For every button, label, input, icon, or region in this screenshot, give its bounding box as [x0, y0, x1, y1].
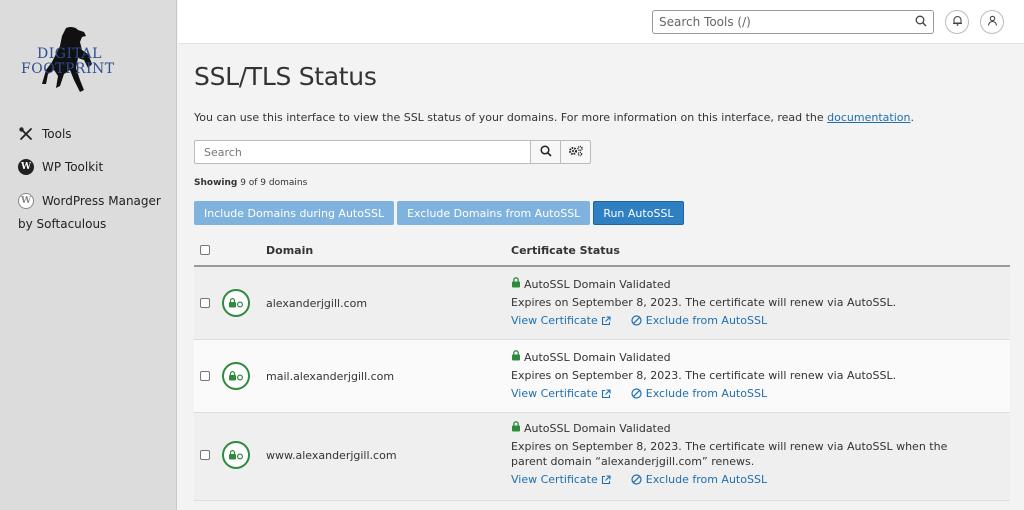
ssl-valid-badge-icon: [222, 362, 250, 390]
external-link-icon: [601, 388, 611, 399]
lock-icon: [511, 421, 521, 435]
exclude-label: Exclude from AutoSSL: [645, 387, 768, 400]
intro-text-end: .: [910, 111, 914, 124]
domain-search-input[interactable]: Search: [194, 140, 531, 164]
sidebar-item-wp-toolkit[interactable]: W WP Toolkit: [18, 159, 103, 175]
select-all-checkbox[interactable]: [200, 245, 210, 255]
autossl-actions: Include Domains during AutoSSL Exclude D…: [194, 201, 684, 225]
sidebar-item-label: WordPress Manager: [42, 194, 161, 208]
status-text: AutoSSL Domain Validated: [524, 421, 671, 435]
documentation-link[interactable]: documentation: [827, 111, 910, 124]
ban-icon: [631, 388, 642, 399]
ssl-status-table: Domain Certificate Status alexanderjgill…: [194, 234, 1010, 501]
bell-icon: [952, 15, 963, 29]
sidebar-item-label: WP Toolkit: [42, 160, 104, 174]
column-header-status: Certificate Status: [511, 244, 620, 257]
wordpress-icon: W: [18, 159, 34, 175]
row-certificate-status: AutoSSL Domain Validated Expires on Sept…: [511, 421, 981, 486]
user-icon: [987, 15, 998, 29]
tools-icon: [18, 126, 34, 142]
exclude-from-autossl-link[interactable]: Exclude from AutoSSL: [631, 473, 767, 486]
row-domain: alexanderjgill.com: [266, 297, 368, 310]
search-tools-placeholder: Search Tools (/): [659, 15, 751, 29]
status-text: AutoSSL Domain Validated: [524, 350, 671, 364]
row-checkbox[interactable]: [200, 371, 210, 381]
exclude-domains-button[interactable]: Exclude Domains from AutoSSL: [397, 201, 591, 225]
row-domain: mail.alexanderjgill.com: [266, 370, 395, 383]
sidebar-item-wordpress-manager[interactable]: W WordPress Manager: [18, 193, 161, 209]
view-certificate-link[interactable]: View Certificate: [511, 473, 611, 486]
page-title: SSL/TLS Status: [194, 62, 377, 91]
intro-text-body: You can use this interface to view the S…: [194, 111, 828, 124]
sidebar-item-tools[interactable]: Tools: [18, 126, 72, 142]
row-certificate-status: AutoSSL Domain Validated Expires on Sept…: [511, 350, 981, 400]
sidebar-item-label: Tools: [42, 127, 72, 141]
search-tools-input[interactable]: Search Tools (/): [652, 10, 934, 34]
notifications-button[interactable]: [945, 10, 969, 34]
top-bar: Search Tools (/): [178, 0, 1024, 44]
settings-button[interactable]: [561, 140, 591, 164]
view-certificate-link[interactable]: View Certificate: [511, 314, 611, 327]
table-row: www.alexanderjgill.com AutoSSL Domain Va…: [194, 413, 1010, 501]
ban-icon: [631, 474, 642, 485]
gears-icon: [568, 145, 584, 160]
showing-count: Showing 9 of 9 domains: [194, 178, 307, 188]
domain-search-bar: Search: [194, 140, 591, 164]
wordpress-icon: W: [18, 193, 34, 209]
include-domains-button[interactable]: Include Domains during AutoSSL: [194, 201, 395, 225]
expiry-text: Expires on September 8, 2023. The certif…: [511, 440, 948, 468]
expiry-text: Expires on September 8, 2023. The certif…: [511, 369, 897, 382]
ban-icon: [631, 315, 642, 326]
column-header-domain: Domain: [266, 244, 314, 257]
view-certificate-label: View Certificate: [511, 314, 598, 327]
row-checkbox[interactable]: [200, 298, 210, 308]
row-certificate-status: AutoSSL Domain Validated Expires on Sept…: [511, 277, 981, 327]
external-link-icon: [601, 474, 611, 485]
run-autossl-button[interactable]: Run AutoSSL: [593, 201, 684, 225]
view-certificate-link[interactable]: View Certificate: [511, 387, 611, 400]
ssl-valid-badge-icon: [222, 441, 250, 469]
search-icon: [539, 144, 552, 160]
exclude-from-autossl-link[interactable]: Exclude from AutoSSL: [631, 387, 767, 400]
lock-icon: [511, 350, 521, 364]
exclude-label: Exclude from AutoSSL: [645, 314, 768, 327]
sidebar-item-label-line2[interactable]: by Softaculous: [18, 217, 106, 231]
view-certificate-label: View Certificate: [511, 387, 598, 400]
logo-text-line1: DIGITAL: [37, 46, 102, 62]
logo-text-line2: FOOTPRINT: [21, 61, 115, 77]
sidebar: DIGITAL FOOTPRINT Tools W WP Toolkit W W…: [0, 0, 177, 510]
brand-logo[interactable]: DIGITAL FOOTPRINT: [18, 24, 118, 96]
view-certificate-label: View Certificate: [511, 473, 598, 486]
row-domain: www.alexanderjgill.com: [266, 449, 397, 462]
user-menu-button[interactable]: [980, 10, 1004, 34]
search-icon: [915, 15, 927, 30]
showing-label: Showing: [194, 178, 238, 188]
search-button[interactable]: [531, 140, 561, 164]
intro-text: You can use this interface to view the S…: [194, 111, 914, 124]
table-row: mail.alexanderjgill.com AutoSSL Domain V…: [194, 340, 1010, 413]
lock-icon: [511, 277, 521, 291]
exclude-label: Exclude from AutoSSL: [645, 473, 768, 486]
table-header: Domain Certificate Status: [194, 234, 1010, 267]
external-link-icon: [601, 315, 611, 326]
row-checkbox[interactable]: [200, 450, 210, 460]
status-text: AutoSSL Domain Validated: [524, 277, 671, 291]
ssl-valid-badge-icon: [222, 289, 250, 317]
table-row: alexanderjgill.com AutoSSL Domain Valida…: [194, 267, 1010, 340]
showing-value: 9 of 9 domains: [237, 178, 308, 188]
exclude-from-autossl-link[interactable]: Exclude from AutoSSL: [631, 314, 767, 327]
expiry-text: Expires on September 8, 2023. The certif…: [511, 296, 897, 309]
